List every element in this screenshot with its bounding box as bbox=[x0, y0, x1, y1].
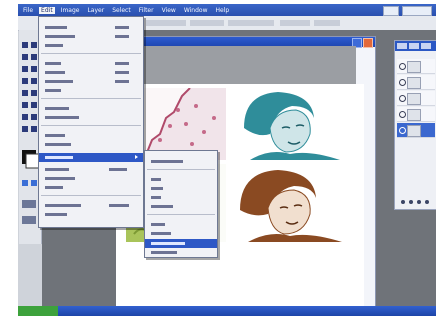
menu-item[interactable] bbox=[43, 59, 139, 68]
layer-thumbnail bbox=[407, 109, 421, 121]
menu-item[interactable] bbox=[43, 165, 139, 174]
eye-icon[interactable] bbox=[399, 111, 406, 118]
menu-filter[interactable]: Filter bbox=[137, 7, 156, 14]
submenu-item[interactable] bbox=[149, 229, 213, 238]
menu-item[interactable] bbox=[43, 174, 139, 183]
eye-icon[interactable] bbox=[399, 127, 406, 134]
submenu-item[interactable] bbox=[149, 157, 213, 166]
layer-row[interactable] bbox=[397, 59, 435, 74]
menu-view[interactable]: View bbox=[160, 7, 178, 14]
menu-layer[interactable]: Layer bbox=[85, 7, 106, 14]
menu-window[interactable]: Window bbox=[182, 7, 210, 14]
layers-tab[interactable] bbox=[397, 43, 407, 49]
menu-item[interactable] bbox=[43, 41, 139, 50]
palette-footer-icons bbox=[401, 200, 429, 204]
layer-row[interactable] bbox=[397, 107, 435, 122]
start-button[interactable] bbox=[18, 306, 58, 316]
menu-item[interactable] bbox=[43, 113, 139, 122]
menu-item[interactable] bbox=[43, 23, 139, 32]
layer-thumbnail bbox=[407, 93, 421, 105]
submenu-item[interactable] bbox=[149, 202, 213, 211]
menu-file[interactable]: File bbox=[21, 7, 35, 14]
sepia-portrait-tile bbox=[230, 164, 350, 242]
teal-portrait-image bbox=[230, 88, 350, 160]
app-window: File Edit Image Layer Select Filter View… bbox=[18, 4, 436, 316]
layer-row[interactable] bbox=[397, 75, 435, 90]
layer-thumbnail bbox=[407, 125, 421, 137]
menu-item[interactable] bbox=[43, 68, 139, 77]
submenu-item[interactable] bbox=[149, 175, 213, 184]
menu-item-adjustments[interactable] bbox=[39, 153, 143, 162]
menu-item[interactable] bbox=[43, 104, 139, 113]
menu-item[interactable] bbox=[43, 201, 139, 210]
submenu-item-selected[interactable] bbox=[145, 239, 217, 248]
menu-item[interactable] bbox=[43, 32, 139, 41]
layer-thumbnail bbox=[407, 77, 421, 89]
layer-row-selected[interactable] bbox=[397, 123, 435, 138]
layer-thumbnail bbox=[407, 61, 421, 73]
taskbar bbox=[18, 306, 436, 316]
edit-menu bbox=[38, 16, 144, 228]
palette-well-button[interactable] bbox=[383, 6, 399, 16]
palette-tabs bbox=[395, 41, 436, 51]
menu-item[interactable] bbox=[43, 183, 139, 192]
submenu-item[interactable] bbox=[149, 220, 213, 229]
adjustments-submenu bbox=[144, 150, 218, 258]
menu-edit[interactable]: Edit bbox=[39, 6, 55, 14]
menu-help[interactable]: Help bbox=[214, 7, 232, 14]
workspace-dropdown[interactable] bbox=[402, 6, 432, 16]
submenu-item[interactable] bbox=[149, 193, 213, 202]
eye-icon[interactable] bbox=[399, 63, 406, 70]
layer-row[interactable] bbox=[397, 91, 435, 106]
teal-portrait-tile bbox=[230, 88, 350, 160]
menu-item[interactable] bbox=[43, 86, 139, 95]
menu-item[interactable] bbox=[43, 210, 139, 219]
menu-select[interactable]: Select bbox=[110, 7, 133, 14]
menu-item[interactable] bbox=[43, 131, 139, 140]
layers-palette bbox=[394, 40, 436, 210]
submenu-item[interactable] bbox=[149, 184, 213, 193]
menu-image[interactable]: Image bbox=[59, 7, 82, 14]
menu-bar: File Edit Image Layer Select Filter View… bbox=[18, 4, 436, 16]
paths-tab[interactable] bbox=[421, 43, 431, 49]
workspace-controls bbox=[383, 6, 432, 16]
channels-tab[interactable] bbox=[409, 43, 419, 49]
close-icon[interactable] bbox=[363, 38, 373, 48]
menu-item[interactable] bbox=[43, 140, 139, 149]
eye-icon[interactable] bbox=[399, 95, 406, 102]
menu-item[interactable] bbox=[43, 77, 139, 86]
eye-icon[interactable] bbox=[399, 79, 406, 86]
sepia-portrait-image bbox=[230, 164, 350, 242]
submenu-item[interactable] bbox=[149, 248, 213, 257]
